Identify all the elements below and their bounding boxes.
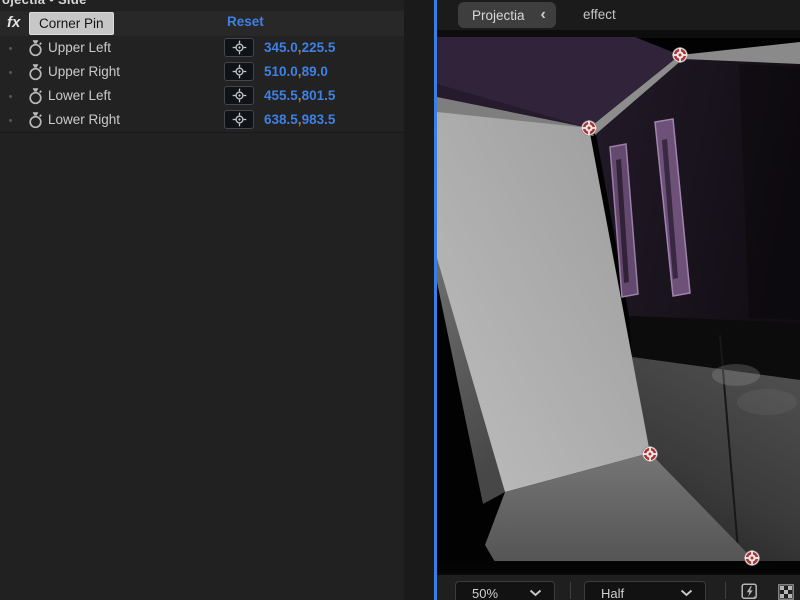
param-row-upper-left: Upper Left 345.0,225.5 — [0, 36, 404, 61]
param-row-lower-right: Lower Right 638.5,983.5 — [0, 108, 404, 133]
chevron-left-icon[interactable]: ‹ — [541, 7, 546, 23]
magnification-dropdown[interactable]: 50% — [455, 581, 555, 600]
value-x[interactable]: 638.5 — [264, 112, 298, 127]
param-label: Upper Left — [48, 40, 111, 55]
param-value: 510.0,89.0 — [264, 64, 328, 79]
panel-header-text: ojectia • Side — [2, 0, 302, 7]
param-label: Lower Right — [48, 112, 120, 127]
corner-pin-handle-lower-right[interactable] — [745, 551, 760, 566]
crosshair-icon — [232, 112, 247, 127]
concrete-highlight — [712, 364, 760, 386]
transparency-grid-button[interactable] — [774, 581, 798, 600]
control-point-button[interactable] — [224, 110, 254, 129]
stopwatch-icon[interactable] — [27, 39, 44, 58]
concrete-highlight — [737, 389, 797, 415]
composition-panel: Projectia ‹ effect — [437, 0, 800, 600]
corner-pin-handle-lower-left[interactable] — [643, 447, 658, 462]
value-x[interactable]: 510.0 — [264, 64, 298, 79]
param-row-lower-left: Lower Left 455.5,801.5 — [0, 84, 404, 109]
twirl-dot[interactable] — [9, 47, 12, 50]
tab-projectia[interactable]: Projectia ‹ — [458, 2, 556, 28]
partial-tab-text[interactable]: effect — [583, 7, 616, 22]
fast-previews-button[interactable] — [738, 581, 762, 600]
stopwatch-icon[interactable] — [27, 111, 44, 130]
stopwatch-icon[interactable] — [27, 63, 44, 82]
panel-header-clipped: ojectia • Side — [2, 0, 302, 9]
resolution-value: Half — [601, 586, 624, 600]
value-x[interactable]: 345.0 — [264, 40, 298, 55]
value-y[interactable]: 983.5 — [302, 112, 336, 127]
control-point-button[interactable] — [224, 86, 254, 105]
chevron-down-icon — [680, 589, 693, 597]
value-x[interactable]: 455.5 — [264, 88, 298, 103]
tab-label: Projectia — [472, 8, 525, 23]
crosshair-icon — [232, 88, 247, 103]
toolbar-separator — [570, 582, 571, 599]
corner-pin-handle-upper-left[interactable] — [582, 121, 597, 136]
twirl-dot[interactable] — [9, 119, 12, 122]
param-label: Lower Left — [48, 88, 111, 103]
stopwatch-icon[interactable] — [27, 87, 44, 106]
composition-viewport[interactable] — [437, 30, 800, 573]
scene-render — [437, 30, 800, 573]
value-y[interactable]: 801.5 — [302, 88, 336, 103]
param-value: 638.5,983.5 — [264, 112, 335, 127]
lightning-icon — [741, 583, 759, 600]
control-point-button[interactable] — [224, 38, 254, 57]
value-y[interactable]: 225.5 — [302, 40, 336, 55]
effect-header-row[interactable]: fx Corner Pin Reset — [0, 11, 404, 37]
toolbar-separator — [725, 582, 726, 599]
crosshair-icon — [232, 64, 247, 79]
scene-top-strip — [437, 30, 800, 38]
after-effects-workspace: ojectia • Side fx Corner Pin Reset Upper… — [0, 0, 800, 600]
param-value: 455.5,801.5 — [264, 88, 335, 103]
checkerboard-icon — [778, 584, 794, 600]
fx-badge-icon: fx — [7, 14, 20, 31]
chevron-down-icon — [529, 589, 542, 597]
effect-name-chip[interactable]: Corner Pin — [29, 12, 114, 35]
effect-controls-panel: ojectia • Side fx Corner Pin Reset Upper… — [0, 0, 434, 600]
twirl-dot[interactable] — [9, 71, 12, 74]
panel-gutter — [404, 0, 434, 600]
building-corner-shade — [739, 64, 800, 320]
value-y[interactable]: 89.0 — [302, 64, 328, 79]
resolution-dropdown[interactable]: Half — [584, 581, 706, 600]
param-label: Upper Right — [48, 64, 120, 79]
param-row-upper-right: Upper Right 510.0,89.0 — [0, 60, 404, 85]
crosshair-icon — [232, 40, 247, 55]
scene-bottom-strip — [437, 561, 800, 573]
corner-pin-handle-upper-right[interactable] — [673, 48, 688, 63]
twirl-dot[interactable] — [9, 95, 12, 98]
magnification-value: 50% — [472, 586, 498, 600]
param-value: 345.0,225.5 — [264, 40, 335, 55]
reset-link[interactable]: Reset — [227, 14, 264, 29]
active-panel-divider[interactable] — [434, 0, 437, 600]
viewer-toolbar: 50% Half — [437, 573, 800, 600]
control-point-button[interactable] — [224, 62, 254, 81]
composition-tab-bar: Projectia ‹ effect — [437, 0, 800, 30]
